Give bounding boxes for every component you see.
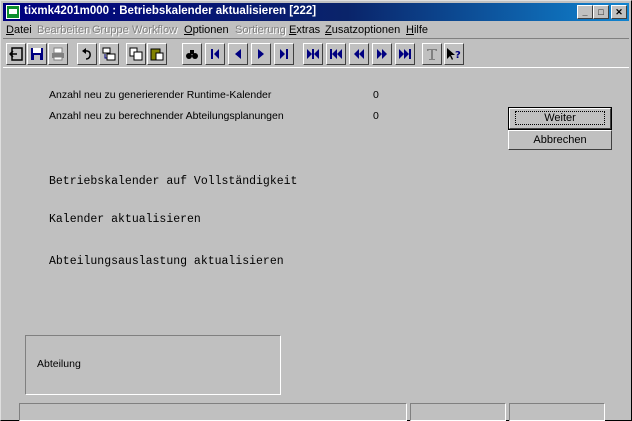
menu-extras[interactable]: Extras [289,24,320,36]
menu-bearbeiten[interactable]: Bearbeiten [37,24,90,36]
exit-button[interactable] [6,43,26,65]
title-bar[interactable]: tixmk4201m000 : Betriebskalender aktuali… [3,3,629,21]
text-icon [427,49,437,60]
department-label: Abteilung [37,358,81,370]
exit-icon [9,47,23,61]
menu-sortierung[interactable]: Sortierung [235,24,286,36]
status-panel-main [19,403,407,421]
continue-button[interactable]: Weiter [508,107,612,130]
insert-button[interactable] [99,43,119,65]
step-check-calendar: Betriebskalender auf Vollständigkeit [49,175,298,188]
menu-optionen[interactable]: Optionen [184,24,229,36]
menu-bar: Datei Bearbeiten Gruppe Workflow Optione… [3,22,629,38]
undo-icon [82,48,91,60]
undo-button[interactable] [77,43,97,65]
previous-page-icon [354,49,364,59]
previous-record-icon [235,49,241,59]
minimize-icon: _ [582,7,588,17]
cancel-button[interactable]: Abbrechen [508,130,612,150]
first-set-icon [307,49,319,59]
copy-button[interactable] [126,43,146,65]
status-panel-middle [410,403,506,421]
first-record-icon [211,49,219,59]
copy-icon [129,47,143,61]
help-pointer-icon: ? [447,48,461,61]
next-record-icon [258,49,264,59]
text-button[interactable] [422,43,442,65]
menu-datei[interactable]: Datei [6,24,32,36]
app-icon[interactable] [6,5,20,19]
svg-text:?: ? [455,50,461,61]
last-record-icon [280,49,288,59]
department-planning-count-value: 0 [373,110,379,122]
runtime-calendar-count-label: Anzahl neu zu generierender Runtime-Kale… [49,89,272,101]
status-panel-right [509,403,605,421]
cancel-button-label: Abbrechen [533,134,587,146]
continue-button-label: Weiter [515,111,605,125]
last-page-button[interactable] [395,43,415,65]
first-set-button[interactable] [303,43,323,65]
paste-button[interactable] [147,43,167,65]
last-page-icon [399,49,411,59]
previous-page-button[interactable] [349,43,369,65]
maximize-icon: □ [598,7,604,17]
next-page-icon [377,49,387,59]
find-button[interactable] [182,43,202,65]
next-page-button[interactable] [372,43,392,65]
menu-hilfe[interactable]: Hilfe [406,24,428,36]
paste-icon [150,48,164,61]
insert-icon [102,47,116,61]
close-button[interactable]: ✕ [611,5,627,19]
save-button[interactable] [27,43,47,65]
runtime-calendar-count-value: 0 [373,89,379,101]
menu-zusatzoptionen[interactable]: Zusatzoptionen [325,24,400,36]
step-update-department-load: Abteilungsauslastung aktualisieren [49,255,284,268]
menu-gruppe[interactable]: Gruppe [92,24,129,36]
previous-set-button[interactable] [326,43,346,65]
help-pointer-button[interactable]: ? [444,43,464,65]
minimize-button[interactable]: _ [577,5,593,19]
print-button[interactable] [48,43,68,65]
last-record-button[interactable] [274,43,294,65]
previous-set-icon [330,49,342,59]
step-update-calendar: Kalender aktualisieren [49,213,201,226]
find-icon [186,50,198,59]
toolbar: ? [3,38,629,68]
department-planning-count-label: Anzahl neu zu berechnender Abteilungspla… [49,110,284,122]
application-window: tixmk4201m000 : Betriebskalender aktuali… [0,0,632,421]
first-record-button[interactable] [205,43,225,65]
menu-workflow[interactable]: Workflow [132,24,177,36]
print-icon [52,47,64,61]
maximize-button[interactable]: □ [593,5,609,19]
next-record-button[interactable] [251,43,271,65]
close-icon: ✕ [615,7,623,17]
window-title: tixmk4201m000 : Betriebskalender aktuali… [24,5,317,17]
previous-record-button[interactable] [228,43,248,65]
save-icon [31,48,43,60]
department-group-box: Abteilung [25,335,281,395]
